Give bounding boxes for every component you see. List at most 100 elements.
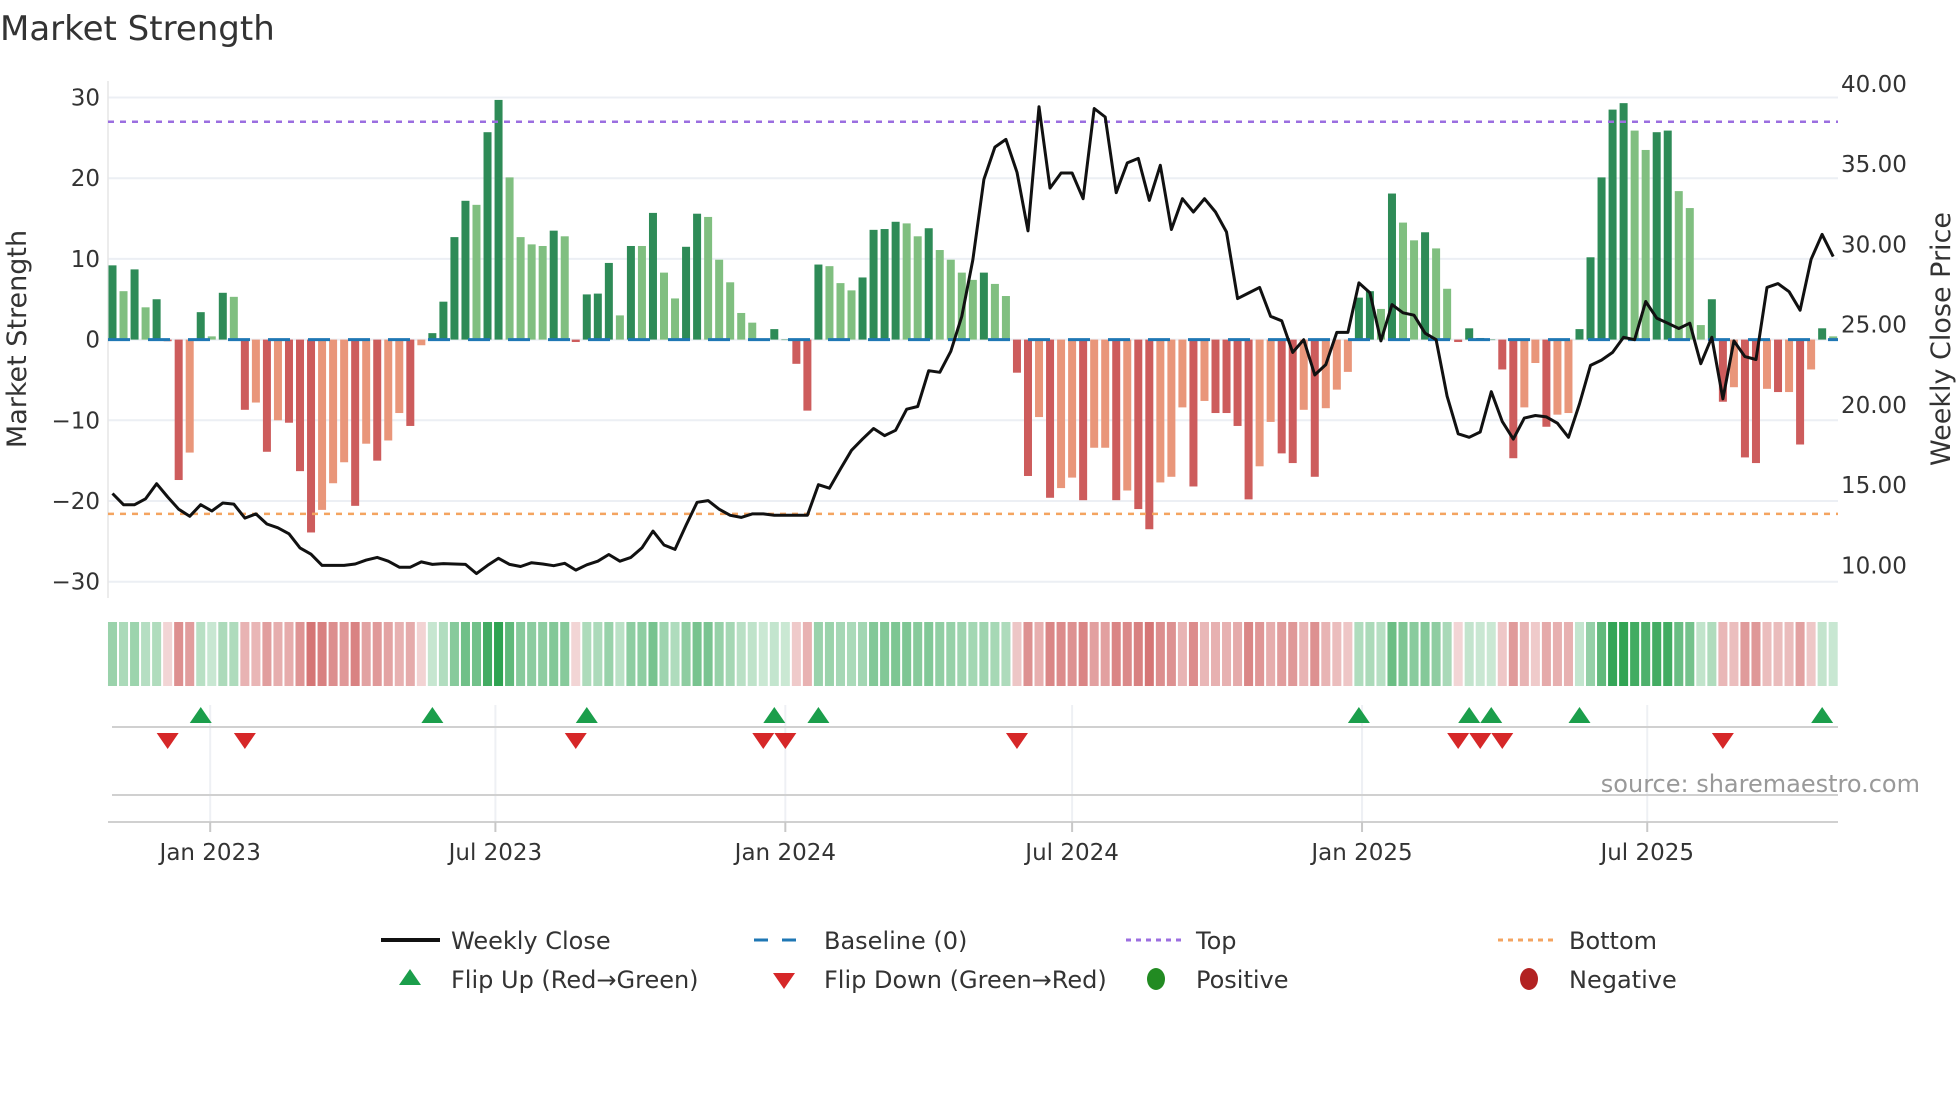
- strip-cell: [1431, 622, 1441, 686]
- strip-cell: [1828, 622, 1838, 686]
- strip-cell: [846, 622, 857, 686]
- strip-cell: [990, 622, 1000, 686]
- positive-bar: [924, 228, 933, 340]
- strip-cell: [1398, 622, 1408, 686]
- strip-cell: [1122, 622, 1132, 686]
- strip-cell: [229, 622, 239, 686]
- strip-cell: [1740, 622, 1750, 686]
- positive-bar: [715, 259, 724, 340]
- positive-bar: [1399, 222, 1408, 340]
- strip-cell: [1795, 622, 1805, 686]
- negative-bar: [1332, 339, 1341, 390]
- positive-bar: [1421, 232, 1430, 340]
- positive-bar: [626, 245, 635, 340]
- flip-up-marker-icon: [575, 707, 598, 723]
- strip-cell: [902, 622, 912, 686]
- negative-bar: [1310, 339, 1319, 477]
- legend: Weekly Close Baseline (0) Top Bottom Fli…: [381, 927, 1677, 994]
- negative-bar: [1807, 339, 1816, 370]
- flip-down-marker-icon: [1005, 733, 1028, 749]
- strip-cell: [681, 622, 691, 686]
- y-tick-label: −20: [51, 489, 100, 515]
- strip-cell: [560, 622, 570, 686]
- strip-cell: [449, 622, 459, 686]
- strip-cell: [604, 622, 614, 686]
- strip-cell: [1475, 622, 1485, 686]
- positive-bar: [880, 229, 889, 340]
- positive-bar: [1696, 325, 1705, 340]
- strip-cell: [383, 622, 393, 686]
- y2-tick-label: 10.00: [1841, 553, 1907, 579]
- left-y-axis-label: Market Strength: [2, 230, 33, 448]
- strip-cell: [891, 622, 901, 686]
- strip-cell: [328, 622, 338, 686]
- strip-cell: [538, 622, 548, 686]
- positive-bar: [648, 212, 657, 340]
- flip-down-marker-icon: [1447, 733, 1470, 749]
- positive-bar: [748, 322, 757, 340]
- negative-bar: [1035, 339, 1044, 418]
- positive-bar: [483, 132, 492, 340]
- strip-cell: [1210, 622, 1221, 686]
- strip-cell: [1056, 622, 1066, 686]
- strip-cell: [1177, 622, 1187, 686]
- strip-cell: [1277, 622, 1287, 686]
- positive-bar: [119, 291, 128, 340]
- strip-cell: [1597, 622, 1607, 686]
- negative-bar: [1023, 339, 1032, 476]
- strip-cell: [394, 622, 404, 686]
- positive-bar: [472, 204, 481, 340]
- positive-bar: [516, 237, 525, 340]
- flip-down-marker-icon: [774, 733, 797, 749]
- left-y-tick-labels: 30 20 10 0 −10 −20 −30: [51, 86, 100, 596]
- legend-positive-dot-icon: [1147, 968, 1165, 990]
- strip-cell: [284, 622, 294, 686]
- strip-cell: [1563, 622, 1573, 686]
- y2-tick-label: 30.00: [1841, 232, 1907, 258]
- strip-cell: [1144, 622, 1154, 686]
- positive-bar: [1685, 208, 1694, 340]
- flip-down-marker-icon: [1491, 733, 1514, 749]
- positive-bar: [196, 312, 205, 340]
- positive-bar: [814, 264, 823, 340]
- strip-cell: [747, 622, 757, 686]
- positive-bar: [704, 216, 713, 340]
- positive-bar: [979, 272, 988, 340]
- positive-bar: [1818, 328, 1827, 340]
- strip-cell: [692, 622, 702, 686]
- strip-cell: [946, 622, 956, 686]
- strip-cell: [107, 622, 118, 686]
- positive-bar: [1410, 240, 1419, 340]
- strip-cell: [769, 622, 779, 686]
- strip-cell: [1078, 622, 1088, 686]
- negative-bar: [1233, 339, 1242, 426]
- strip-cell: [736, 622, 746, 686]
- strip-cell: [913, 622, 923, 686]
- strip-cell: [185, 622, 195, 686]
- y-tick-label: 20: [71, 166, 100, 192]
- strip-cell: [1497, 622, 1507, 686]
- strip-cell: [1586, 622, 1596, 686]
- strip-cell: [1111, 622, 1121, 686]
- negative-bar: [1200, 339, 1209, 401]
- positive-bar: [671, 298, 680, 340]
- strip-cell: [483, 622, 493, 686]
- flip-down-marker-icon: [1469, 733, 1492, 749]
- negative-bar: [1222, 339, 1231, 414]
- strip-cell: [1023, 622, 1033, 686]
- strip-cell: [1034, 622, 1044, 686]
- strip-cell: [1453, 622, 1463, 686]
- strip-cell: [1343, 622, 1353, 686]
- positive-bar: [1354, 297, 1363, 340]
- negative-bar: [1531, 339, 1540, 364]
- strip-cell: [251, 622, 261, 686]
- negative-bar: [1134, 339, 1143, 510]
- strip-cell: [648, 622, 658, 686]
- negative-bar: [1277, 339, 1286, 454]
- y-tick-label: −10: [51, 408, 100, 434]
- strip-cell: [615, 622, 625, 686]
- strip-cell: [218, 622, 228, 686]
- flip-up-marker-icon: [1480, 707, 1503, 723]
- positive-bar: [1674, 191, 1683, 340]
- flip-down-marker-icon: [752, 733, 775, 749]
